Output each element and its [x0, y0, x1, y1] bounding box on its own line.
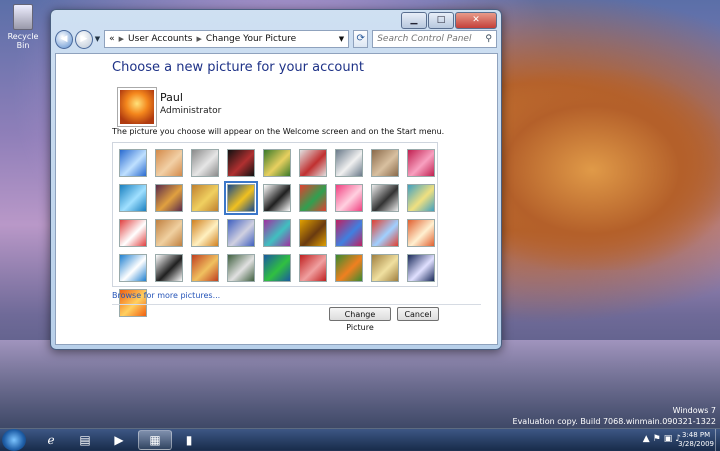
- user-name: Paul: [160, 91, 183, 104]
- chevron-right-icon: ▶: [118, 35, 125, 43]
- picture-tile-starfish[interactable]: [155, 149, 183, 177]
- picture-tile-origami[interactable]: [119, 219, 147, 247]
- picture-tile-robot-head[interactable]: [191, 149, 219, 177]
- picture-tile-stairs[interactable]: [407, 184, 435, 212]
- recent-pages-dropdown-icon[interactable]: ▼: [95, 35, 100, 43]
- change-picture-button[interactable]: Change Picture: [329, 307, 391, 332]
- address-prefix: «: [109, 34, 115, 44]
- browse-more-pictures-link[interactable]: Browse for more pictures...: [112, 291, 220, 300]
- picture-tile-puppy[interactable]: [191, 219, 219, 247]
- page-title: Choose a new picture for your account: [112, 60, 364, 75]
- refresh-button[interactable]: ⟳: [353, 30, 369, 48]
- clock-date: 3/28/2009: [678, 440, 714, 448]
- watermark-windows7: Windows 7: [672, 406, 716, 415]
- search-input[interactable]: [377, 34, 486, 44]
- picture-tile-abstract-blue[interactable]: [119, 149, 147, 177]
- content-pane: Choose a new picture for your account Pa…: [55, 53, 498, 345]
- show-desktop-button[interactable]: [715, 429, 720, 451]
- back-button[interactable]: ◀: [55, 29, 73, 49]
- info-text: The picture you choose will appear on th…: [112, 127, 445, 136]
- close-button[interactable]: ✕: [455, 12, 497, 29]
- recycle-bin-icon: [13, 4, 33, 30]
- picture-tile-toy-robot[interactable]: [227, 219, 255, 247]
- picture-tile-ball[interactable]: [155, 184, 183, 212]
- picture-tile-crayons[interactable]: [299, 184, 327, 212]
- taskbar: ℯ ▤ ▶ ▦ ▮ ▲⚑▣♪ 3:48 PM 3/28/2009: [0, 428, 720, 451]
- picture-tile-pink-flower[interactable]: [335, 184, 363, 212]
- picture-tile-marbles[interactable]: [227, 254, 255, 282]
- clock-time: 3:48 PM: [681, 431, 711, 439]
- breadcrumb-change-picture[interactable]: Change Your Picture: [206, 34, 296, 44]
- picture-tile-dog[interactable]: [263, 184, 291, 212]
- picture-tile-cat-toy[interactable]: [263, 149, 291, 177]
- picture-tile-pattern[interactable]: [299, 254, 327, 282]
- forward-button[interactable]: ▶: [74, 29, 93, 49]
- divider: [112, 304, 481, 305]
- caption-buttons: ▁ □ ✕: [401, 12, 497, 29]
- picture-tile-pinwheel[interactable]: [119, 184, 147, 212]
- picture-tile-fabric[interactable]: [263, 219, 291, 247]
- desktop-wallpaper-rocks: [500, 70, 720, 270]
- picture-tile-doll[interactable]: [407, 219, 435, 247]
- picture-tile-lantern[interactable]: [407, 254, 435, 282]
- picture-tile-leaf[interactable]: [224, 181, 258, 215]
- taskbar-media-player-icon[interactable]: ▶: [102, 430, 136, 450]
- cancel-button[interactable]: Cancel: [397, 307, 439, 321]
- picture-tile-paint[interactable]: [191, 254, 219, 282]
- start-button[interactable]: [2, 429, 26, 451]
- breadcrumb-user-accounts[interactable]: User Accounts: [128, 34, 192, 44]
- chevron-right-icon: ▶: [196, 35, 202, 43]
- picture-tile-spiral[interactable]: [371, 254, 399, 282]
- taskbar-device-icon[interactable]: ▮: [172, 430, 206, 450]
- picture-tile-jacks[interactable]: [371, 184, 399, 212]
- picture-tile-chair[interactable]: [191, 184, 219, 212]
- picture-tile-sand[interactable]: [371, 149, 399, 177]
- search-icon[interactable]: ⚲: [485, 34, 492, 44]
- picture-tile-sunflower[interactable]: [299, 219, 327, 247]
- picture-tile-record[interactable]: [227, 149, 255, 177]
- maximize-button[interactable]: □: [428, 12, 454, 29]
- picture-tile-soccer-ball[interactable]: [155, 254, 183, 282]
- taskbar-ie-icon[interactable]: ℯ: [34, 430, 68, 450]
- recycle-bin-label: Recycle Bin: [7, 32, 39, 50]
- search-box: ⚲: [372, 30, 498, 48]
- clock[interactable]: 3:48 PM 3/28/2009: [678, 431, 714, 449]
- address-dropdown-icon[interactable]: ▼: [339, 35, 344, 43]
- minimize-button[interactable]: ▁: [401, 12, 427, 29]
- user-role: Administrator: [160, 106, 222, 116]
- taskbar-explorer-icon[interactable]: ▤: [68, 430, 102, 450]
- picture-tile-guitar[interactable]: [155, 219, 183, 247]
- recycle-bin-desktop-icon[interactable]: Recycle Bin: [2, 4, 44, 50]
- picture-tile-lucky-cat[interactable]: [299, 149, 327, 177]
- picture-grid: [112, 142, 438, 317]
- picture-tile-shell[interactable]: [335, 219, 363, 247]
- picture-tile-green-square[interactable]: [263, 254, 291, 282]
- picture-tile-butterfly[interactable]: [335, 254, 363, 282]
- picture-tile-sailboat[interactable]: [119, 254, 147, 282]
- watermark-build: Evaluation copy. Build 7068.winmain.0903…: [512, 417, 716, 426]
- picture-tile-red-flower[interactable]: [407, 149, 435, 177]
- address-bar[interactable]: « ▶ User Accounts ▶ Change Your Picture …: [104, 30, 350, 48]
- picture-tile-globe[interactable]: [335, 149, 363, 177]
- change-picture-window: ▁ □ ✕ ◀ ▶ ▼ « ▶ User Accounts ▶ Change Y…: [50, 9, 502, 350]
- navigation-bar: ◀ ▶ ▼ « ▶ User Accounts ▶ Change Your Pi…: [55, 28, 498, 50]
- taskbar-control-panel-icon[interactable]: ▦: [138, 430, 172, 450]
- picture-tile-balloon[interactable]: [371, 219, 399, 247]
- current-user-picture: [118, 88, 156, 126]
